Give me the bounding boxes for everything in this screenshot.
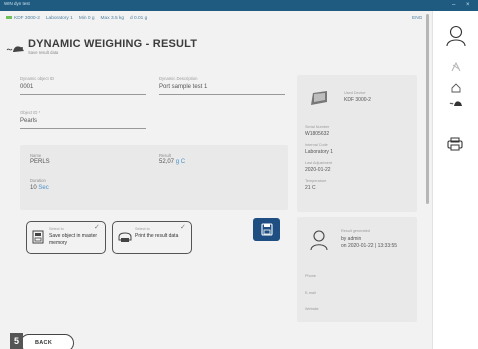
internal-code-label: Internal Code — [305, 143, 328, 147]
result-value: 52,07 g C — [159, 159, 185, 165]
user-icon — [309, 229, 329, 256]
object-id-label: Object ID * — [20, 110, 41, 115]
save-disk-icon — [261, 223, 273, 236]
website-label: Website — [305, 307, 319, 311]
result-panel: Name PERLS Result 52,07 g C Duration 10 … — [20, 145, 288, 210]
back-label: BACK — [35, 340, 53, 346]
duration-label: Duration — [30, 178, 46, 183]
step-badge: 5 — [10, 333, 23, 349]
scrollbar[interactable] — [426, 14, 429, 204]
option-select-label: Select to — [135, 227, 150, 231]
duration-value: 10 Sec — [30, 185, 49, 191]
device-panel: Used Device KDF 3000-2 Serial Number W18… — [297, 75, 417, 212]
duration-number: 10 — [30, 185, 37, 191]
option-text: Print the result data — [135, 233, 179, 239]
name-label: Name — [30, 153, 42, 158]
back-button[interactable]: BACK — [20, 334, 74, 349]
internal-code-value: Laboratory 1 — [305, 149, 334, 155]
report-panel: Result generated by admin on 2020-01-22 … — [297, 217, 417, 322]
last-adjustment-value: 2020-01-22 — [305, 167, 331, 173]
field-underline — [159, 94, 285, 95]
temperature-value: 21 C — [305, 185, 316, 191]
min-capacity: Min 0 g — [78, 16, 95, 21]
option-select-label: Select to — [49, 227, 64, 231]
name-value: PERLS — [30, 159, 50, 165]
readability: d 0.01 g — [130, 16, 148, 21]
device-name: KDF 3000-2 — [14, 16, 40, 21]
page-subtitle: Save result data — [28, 50, 59, 55]
dynamic-description-label: Dynamic Description — [159, 76, 198, 81]
field-underline — [20, 128, 146, 129]
minimize-button[interactable]: – — [452, 0, 455, 10]
field-underline — [20, 94, 146, 95]
printer-icon — [118, 230, 132, 248]
printer-nav-icon[interactable] — [447, 137, 463, 156]
dynamic-object-id-value: 0001 — [20, 84, 34, 90]
close-button[interactable]: × — [466, 0, 470, 10]
dynamic-weighing-nav-icon[interactable] — [449, 95, 463, 113]
phone-label: Phone — [305, 274, 316, 278]
dynamic-object-id-label: Dynamic object ID — [20, 76, 54, 81]
dynamic-weighing-icon — [6, 42, 26, 60]
result-label: Result — [159, 153, 171, 158]
dynamic-description-value: Port sample test 1 — [159, 84, 208, 90]
scale-icon — [309, 89, 329, 112]
save-button[interactable] — [253, 218, 280, 241]
result-number: 52,07 — [159, 159, 175, 165]
checkmark-icon: ✓ — [94, 224, 100, 231]
email-label: E-mail — [305, 291, 316, 295]
device-info-bar: KDF 3000-2 Laboratory 1 Min 0 g Max 3.5 kg d… — [6, 16, 153, 21]
result-unit: g C — [175, 159, 186, 165]
temperature-label: Temperature — [305, 179, 327, 183]
memory-icon — [32, 230, 44, 249]
print-result-option[interactable]: Select to Print the result data ✓ — [112, 221, 192, 254]
language-selector[interactable]: ENG — [412, 16, 422, 21]
object-id-value: Pearls — [20, 118, 38, 124]
save-object-option[interactable]: Select to Save object in master memory ✓ — [26, 221, 106, 254]
title-bar: WIN dyn test – × — [0, 0, 478, 11]
generated-on: on 2020-01-22 | 13:33:55 — [341, 243, 398, 249]
result-generated-label: Result generated — [341, 229, 370, 233]
lab-name: Laboratory 1 — [45, 16, 73, 21]
serial-number-label: Serial Number — [305, 125, 330, 129]
generated-by: by admin — [341, 236, 362, 242]
page-title: DYNAMIC WEIGHING - RESULT — [28, 38, 198, 50]
option-text: Save object in master memory — [49, 233, 98, 246]
max-capacity: Max 3.5 kg — [100, 16, 125, 21]
tare-icon[interactable] — [450, 60, 462, 78]
user-account-icon[interactable] — [446, 25, 466, 52]
duration-unit: Sec — [38, 185, 49, 191]
app-title: WIN dyn test — [4, 1, 30, 6]
status-indicator-icon — [6, 16, 12, 20]
used-device-value: KDF 3000-2 — [344, 97, 371, 103]
serial-number-value: W1805632 — [305, 131, 330, 137]
last-adjustment-label: Last Adjustment — [305, 161, 333, 165]
used-device-label: Used Device — [344, 91, 366, 95]
checkmark-icon: ✓ — [180, 224, 186, 231]
